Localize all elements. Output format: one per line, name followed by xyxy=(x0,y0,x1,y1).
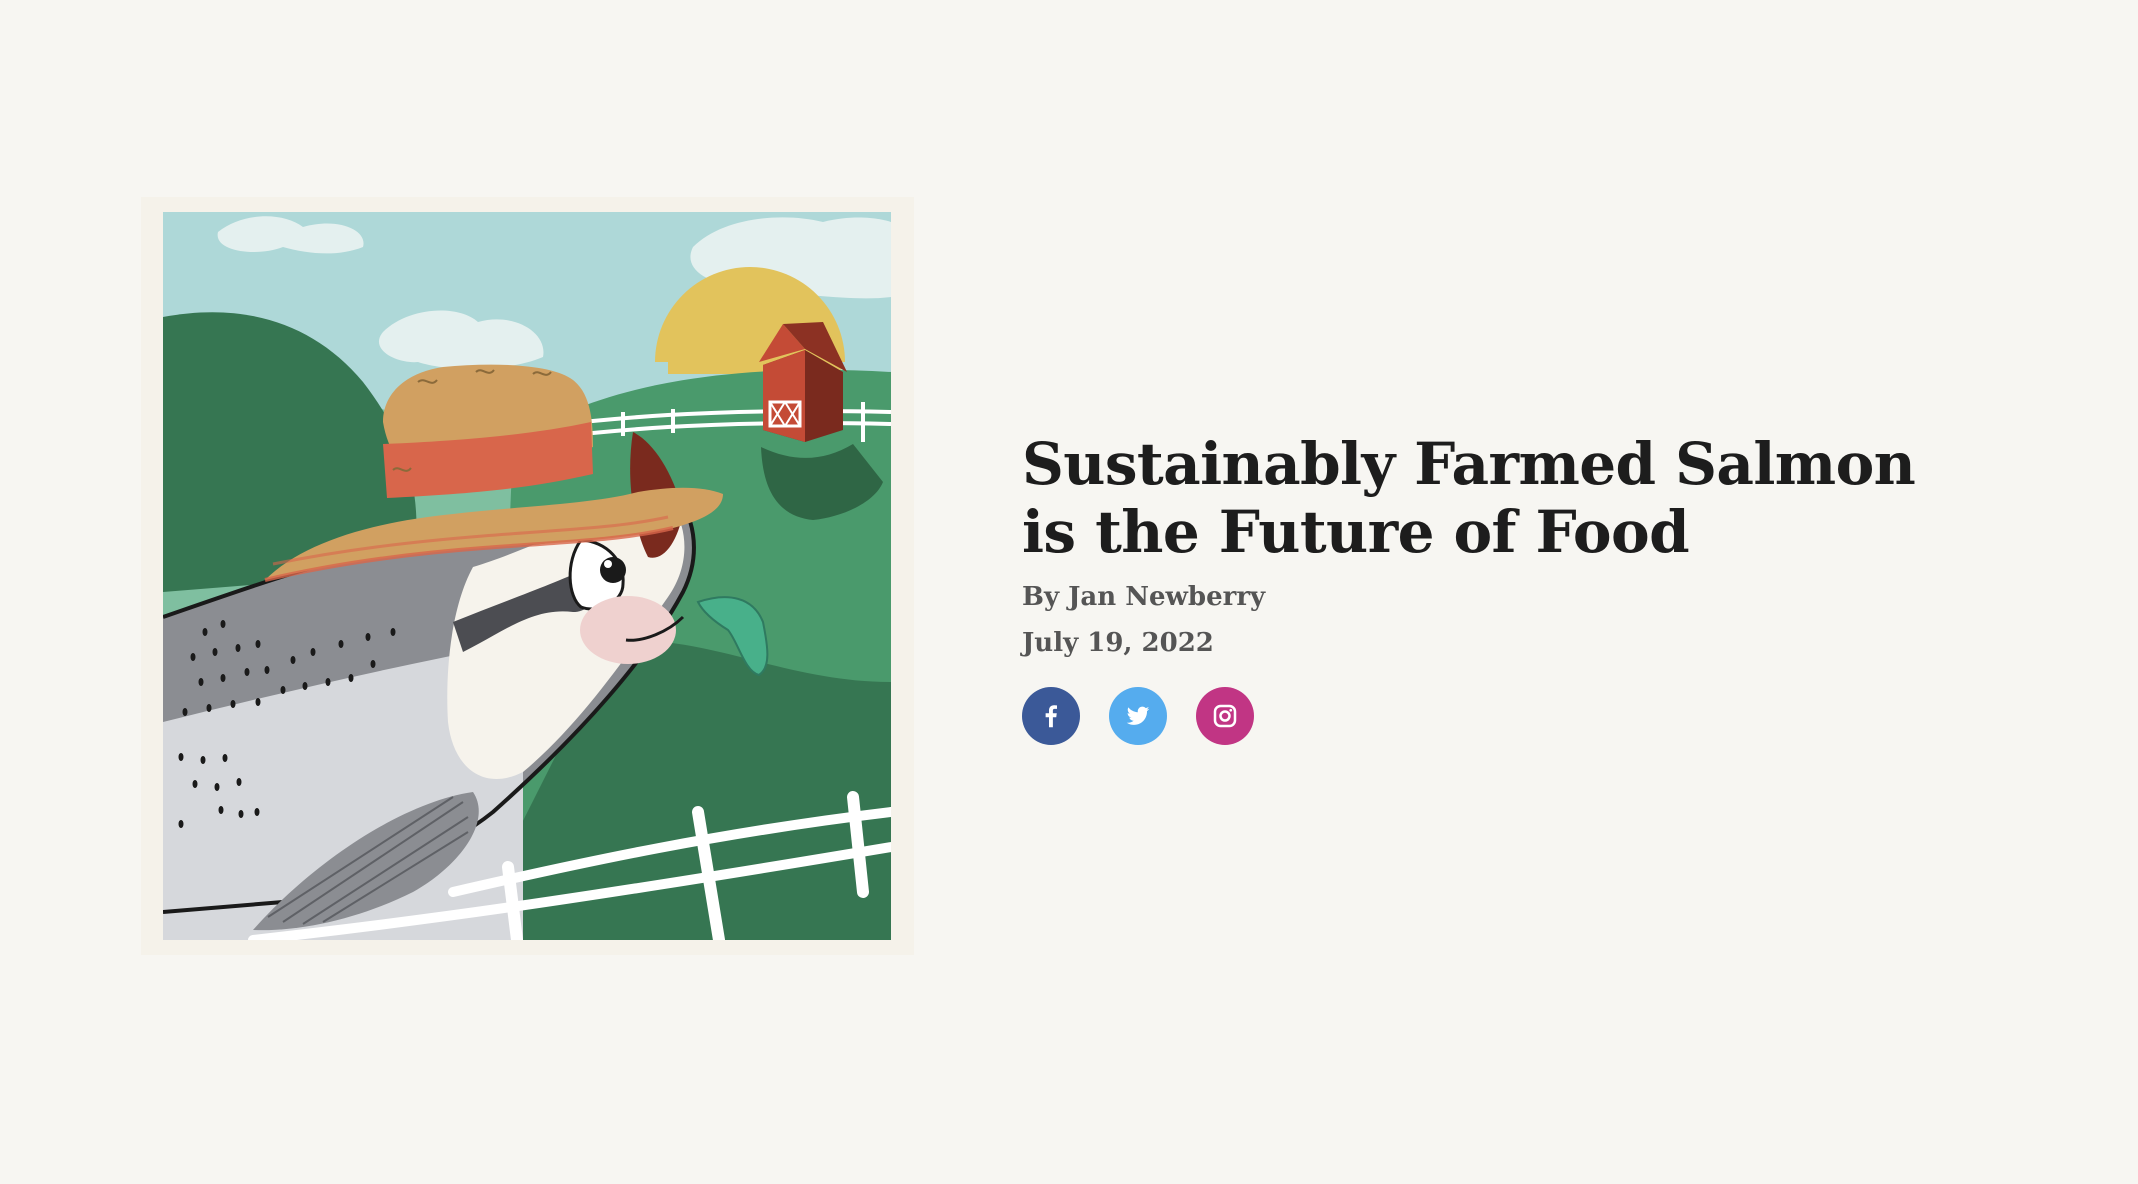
instagram-share-button[interactable] xyxy=(1196,687,1254,745)
article-header: Sustainably Farmed Salmon is the Future … xyxy=(1022,430,2002,745)
twitter-icon xyxy=(1126,706,1150,725)
article-title: Sustainably Farmed Salmon is the Future … xyxy=(1022,430,1916,566)
facebook-icon xyxy=(1045,705,1057,728)
share-buttons xyxy=(1022,687,2002,745)
article-byline[interactable]: By Jan Newberry xyxy=(1022,580,2002,614)
salmon-farmer-illustration xyxy=(163,212,891,940)
instagram-icon xyxy=(1213,704,1237,728)
article-date: July 19, 2022 xyxy=(1022,628,1214,658)
facebook-share-button[interactable] xyxy=(1022,687,1080,745)
twitter-share-button[interactable] xyxy=(1109,687,1167,745)
